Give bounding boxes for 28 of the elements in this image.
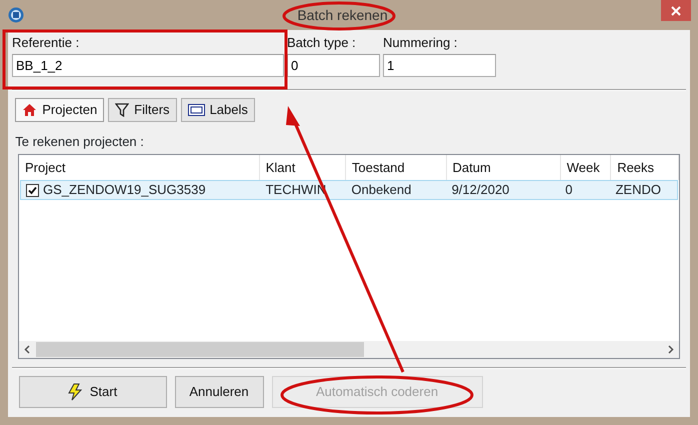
- table-cell-text: Onbekend: [350, 181, 412, 199]
- input-field[interactable]: 0: [287, 54, 380, 77]
- table-cell-text: ZENDO: [614, 181, 662, 199]
- app-icon: [8, 7, 24, 23]
- lightning-icon: [68, 383, 82, 401]
- horizontal-scrollbar[interactable]: [19, 341, 679, 358]
- checkbox[interactable]: [26, 184, 39, 196]
- label-icon: [188, 104, 205, 116]
- home-icon: [22, 103, 38, 117]
- field-label: Referentie :: [12, 36, 80, 50]
- button[interactable]: Start: [18, 376, 166, 408]
- table-cell-text: 9/12/2020: [450, 181, 510, 199]
- tab[interactable]: Projecten: [15, 98, 104, 122]
- input-field[interactable]: 1: [383, 54, 496, 77]
- table-cell: GS_ZENDOW19_SUG3539: [43, 181, 206, 199]
- tab[interactable]: Labels: [180, 98, 255, 122]
- close-button[interactable]: [661, 0, 691, 21]
- button[interactable]: Annuleren: [174, 376, 264, 408]
- scroll-thumb[interactable]: [36, 342, 364, 357]
- field-label: Nummering :: [383, 36, 458, 50]
- tab[interactable]: Filters: [108, 98, 177, 122]
- window-title: Batch rekenen: [297, 6, 388, 22]
- table-cell-text: 0: [564, 181, 574, 199]
- field-label: Batch type :: [287, 36, 357, 50]
- input-field[interactable]: BB_1_2: [12, 54, 284, 77]
- close-icon: [671, 6, 681, 16]
- list-title: Te rekenen projecten :: [15, 134, 144, 149]
- filter-icon: [115, 103, 130, 117]
